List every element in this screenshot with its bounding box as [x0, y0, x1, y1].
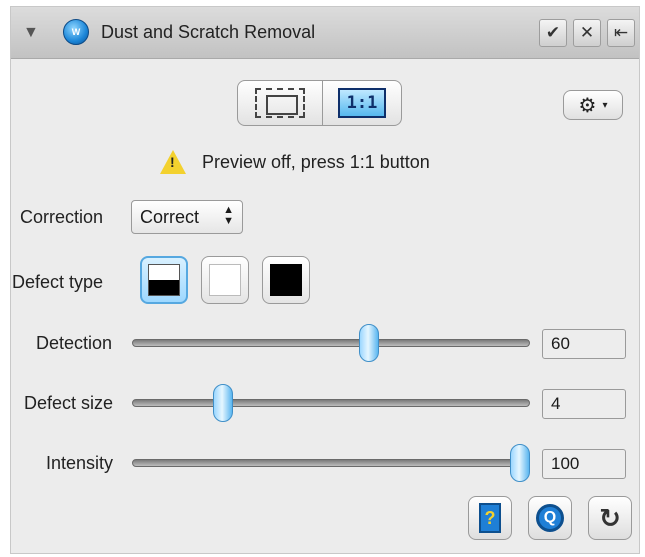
intensity-value-field[interactable]: 100 — [542, 449, 626, 479]
gear-icon: ⚙ — [578, 94, 597, 117]
plugin-logo-icon: W — [63, 19, 89, 45]
detection-label: Detection — [36, 333, 113, 353]
fit-window-icon — [255, 88, 305, 118]
defect-type-black-button[interactable] — [262, 256, 310, 304]
defect-type-half-button[interactable] — [140, 256, 188, 304]
detach-icon: ⇤ — [613, 23, 629, 42]
detection-slider-track[interactable] — [132, 339, 530, 347]
stepper-arrows-icon: ▲ ▼ — [223, 204, 234, 227]
search-icon: Q — [536, 504, 564, 532]
intensity-slider-track[interactable] — [132, 459, 530, 467]
search-button[interactable]: Q — [528, 496, 572, 540]
checkmark-icon: ✔ — [545, 23, 561, 42]
reset-button[interactable]: ↻ — [588, 496, 632, 540]
intensity-slider-thumb[interactable] — [510, 444, 530, 482]
defect-type-label: Defect type — [12, 272, 104, 292]
close-button[interactable]: ✕ — [573, 19, 601, 47]
help-book-icon: ? — [479, 503, 501, 533]
disclosure-triangle-icon[interactable]: ▼ — [23, 24, 39, 42]
white-swatch-icon — [209, 264, 241, 296]
dropdown-caret-icon: ▾ — [602, 99, 608, 111]
one-to-one-button[interactable]: 1:1 — [322, 80, 402, 126]
detach-button[interactable]: ⇤ — [607, 19, 635, 47]
correction-label: Correction — [20, 207, 104, 227]
fit-preview-button[interactable] — [237, 80, 323, 126]
one-to-one-icon: 1:1 — [338, 88, 386, 118]
defect-size-slider-thumb[interactable] — [213, 384, 233, 422]
defect-size-value-field[interactable]: 4 — [542, 389, 626, 419]
warning-text: Preview off, press 1:1 button — [202, 151, 430, 172]
settings-menu-button[interactable]: ⚙ ▾ — [563, 90, 623, 120]
warning-icon: ! — [160, 150, 186, 174]
defect-size-slider-track[interactable] — [132, 399, 530, 407]
correction-value: Correct — [140, 206, 200, 227]
half-black-swatch-icon — [148, 264, 180, 296]
preview-warning: ! Preview off, press 1:1 button — [160, 150, 430, 174]
defect-size-label: Defect size — [24, 393, 114, 413]
apply-button[interactable]: ✔ — [539, 19, 567, 47]
correction-select[interactable]: Correct ▲ ▼ — [131, 200, 243, 234]
panel-titlebar: ▼ W Dust and Scratch Removal ✔ ✕ ⇤ — [11, 7, 639, 59]
reset-icon: ↻ — [599, 502, 621, 533]
help-button[interactable]: ? — [468, 496, 512, 540]
intensity-label: Intensity — [46, 453, 114, 473]
close-icon: ✕ — [579, 23, 595, 42]
defect-type-white-button[interactable] — [201, 256, 249, 304]
detection-slider-thumb[interactable] — [358, 324, 379, 362]
detection-value-field[interactable]: 60 — [542, 329, 626, 359]
black-swatch-icon — [270, 264, 302, 296]
panel-title: Dust and Scratch Removal — [101, 22, 316, 42]
